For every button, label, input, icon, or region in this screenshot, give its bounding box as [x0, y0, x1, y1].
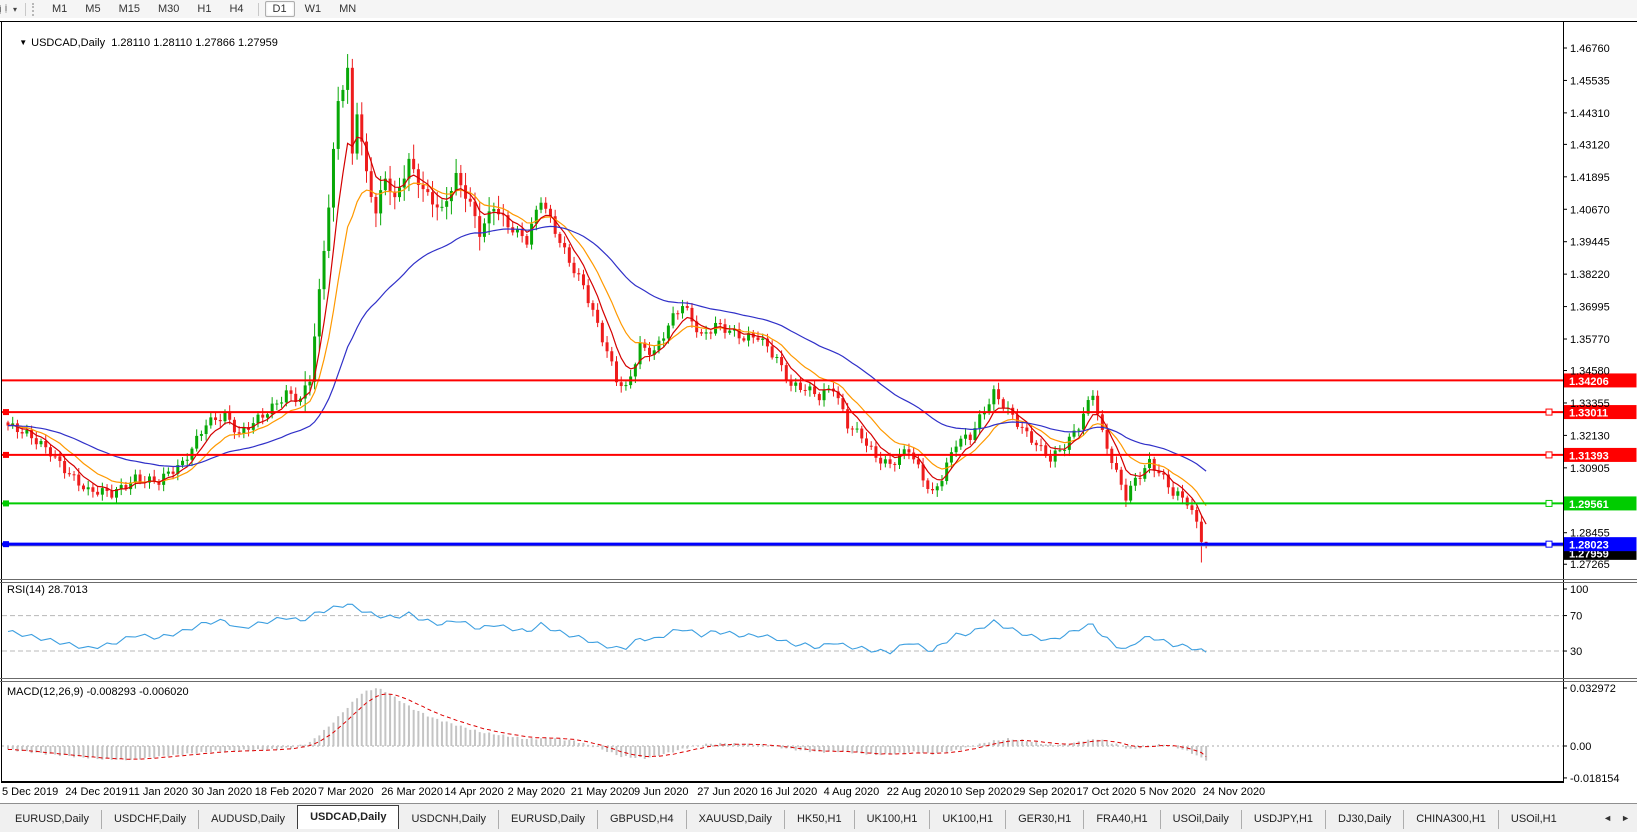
moving-averages: [8, 137, 1206, 524]
price-axis-label: 1.28455: [1570, 528, 1610, 540]
symbol-tab-bar: EURUSD,DailyUSDCHF,DailyAUDUSD,DailyUSDC…: [0, 803, 1637, 832]
rsi-line: [8, 604, 1206, 654]
price-axis-label: 1.34580: [1570, 366, 1610, 378]
price-axis-label: 1.32130: [1570, 430, 1610, 442]
rsi-indicator-label: RSI(14) 28.7013: [7, 584, 88, 596]
line-handle[interactable]: [1546, 541, 1552, 547]
line-handle[interactable]: [3, 541, 9, 547]
symbol-tab-uk100-h1[interactable]: UK100,H1: [854, 810, 930, 829]
symbol-tab-eurusd-daily[interactable]: EURUSD,Daily: [3, 810, 101, 829]
price-level-tag-text: 1.28023: [1569, 540, 1609, 552]
symbol-tab-dj30-daily[interactable]: DJ30,Daily: [1325, 810, 1403, 829]
date-axis-label: 21 May 2020: [571, 786, 635, 798]
price-axis-label: 1.41895: [1570, 172, 1610, 184]
price-axis-label: 1.39445: [1570, 237, 1610, 249]
symbol-tab-fra40-h1[interactable]: FRA40,H1: [1083, 810, 1159, 829]
date-axis-label: 9 Jun 2020: [634, 786, 688, 798]
rsi-axis-label: 30: [1570, 646, 1582, 658]
date-axis-label: 24 Dec 2019: [65, 786, 127, 798]
date-axis-label: 5 Dec 2019: [2, 786, 58, 798]
date-axis-label: 27 Jun 2020: [697, 786, 758, 798]
symbol-tab-usdcnh-daily[interactable]: USDCNH,Daily: [399, 810, 498, 829]
date-axis-label: 22 Aug 2020: [887, 786, 949, 798]
symbol-tab-xauusd-daily[interactable]: XAUUSD,Daily: [686, 810, 784, 829]
date-axis-label: 10 Sep 2020: [950, 786, 1012, 798]
price-axis-label: 1.30905: [1570, 463, 1610, 475]
symbol-tab-uk100-h1[interactable]: UK100,H1: [929, 810, 1005, 829]
price-level-tag-text: 1.34206: [1569, 376, 1609, 388]
symbol-tab-ger30-h1[interactable]: GER30,H1: [1005, 810, 1083, 829]
symbol-tab-hk50-h1[interactable]: HK50,H1: [784, 810, 854, 829]
macd-axis-label: 0.032972: [1570, 683, 1616, 695]
date-axis-label: 14 Apr 2020: [444, 786, 503, 798]
price-axis-label: 1.33355: [1570, 398, 1610, 410]
rsi-axis-label: 100: [1570, 584, 1588, 596]
line-handle[interactable]: [1546, 409, 1552, 415]
line-handle[interactable]: [3, 409, 9, 415]
symbol-tab-usoil-daily[interactable]: USOil,Daily: [1160, 810, 1241, 829]
date-axis-label: 30 Jan 2020: [192, 786, 253, 798]
date-axis-label: 5 Nov 2020: [1140, 786, 1196, 798]
price-axis-label: 1.27265: [1570, 559, 1610, 571]
macd-axis-label: 0.00: [1570, 741, 1591, 753]
symbol-tab-usdjpy-h1[interactable]: USDJPY,H1: [1241, 810, 1325, 829]
symbol-tab-eurusd-daily[interactable]: EURUSD,Daily: [498, 810, 597, 829]
price-axis-label: 1.36995: [1570, 302, 1610, 314]
price-axis-label: 1.45535: [1570, 75, 1610, 87]
date-axis-label: 24 Nov 2020: [1203, 786, 1265, 798]
price-axis-label: 1.44310: [1570, 108, 1610, 120]
line-handle[interactable]: [1546, 500, 1552, 506]
date-axis-label: 29 Sep 2020: [1013, 786, 1075, 798]
rsi-axis-label: 70: [1570, 611, 1582, 623]
date-axis-label: 4 Aug 2020: [824, 786, 880, 798]
line-handle[interactable]: [3, 500, 9, 506]
symbol-tab-audusd-daily[interactable]: AUDUSD,Daily: [198, 810, 297, 829]
date-axis-label: 16 Jul 2020: [760, 786, 817, 798]
symbol-tab-china300-h1[interactable]: CHINA300,H1: [1403, 810, 1498, 829]
date-axis-label: 18 Feb 2020: [255, 786, 317, 798]
candlestick-series: [7, 54, 1208, 562]
line-handle[interactable]: [1546, 452, 1552, 458]
price-axis-label: 1.38220: [1570, 269, 1610, 281]
tab-scroll-right-icon[interactable]: ►: [1621, 813, 1630, 823]
collapse-caret-icon[interactable]: ▼: [19, 38, 27, 47]
tab-scroll-left-icon[interactable]: ◄: [1603, 813, 1612, 823]
chart-canvas[interactable]: 1.279591.342061.330111.313931.295611.280…: [0, 0, 1637, 832]
chart-title-text: USDCAD,Daily 1.28110 1.28110 1.27866 1.2…: [31, 37, 278, 49]
date-axis-label: 17 Oct 2020: [1076, 786, 1136, 798]
symbol-tab-usoil-h1[interactable]: USOil,H1: [1498, 810, 1569, 829]
macd-indicator-label: MACD(12,26,9) -0.008293 -0.006020: [7, 686, 189, 698]
symbol-tab-usdcad-daily[interactable]: USDCAD,Daily: [297, 805, 399, 829]
date-axis-label: 2 May 2020: [508, 786, 565, 798]
date-axis-label: 11 Jan 2020: [128, 786, 188, 798]
macd-histogram: [8, 688, 1206, 760]
price-level-tag-text: 1.29561: [1569, 499, 1609, 511]
date-axis-label: 7 Mar 2020: [318, 786, 374, 798]
date-axis-label: 26 Mar 2020: [381, 786, 443, 798]
price-axis-label: 1.35770: [1570, 334, 1610, 346]
price-level-tag-text: 1.31393: [1569, 450, 1609, 462]
symbol-tab-usdchf-daily[interactable]: USDCHF,Daily: [101, 810, 198, 829]
chart-title: ▼ USDCAD,Daily 1.28110 1.28110 1.27866 1.…: [7, 25, 278, 61]
price-axis-label: 1.46760: [1570, 43, 1610, 55]
price-axis-label: 1.43120: [1570, 139, 1610, 151]
symbol-tab-gbpusd-h4[interactable]: GBPUSD,H4: [597, 810, 686, 829]
price-axis-label: 1.40670: [1570, 204, 1610, 216]
tab-scroll-arrows: ◄ ►: [1596, 806, 1637, 829]
line-handle[interactable]: [3, 452, 9, 458]
macd-axis-label: -0.018154: [1570, 773, 1620, 785]
